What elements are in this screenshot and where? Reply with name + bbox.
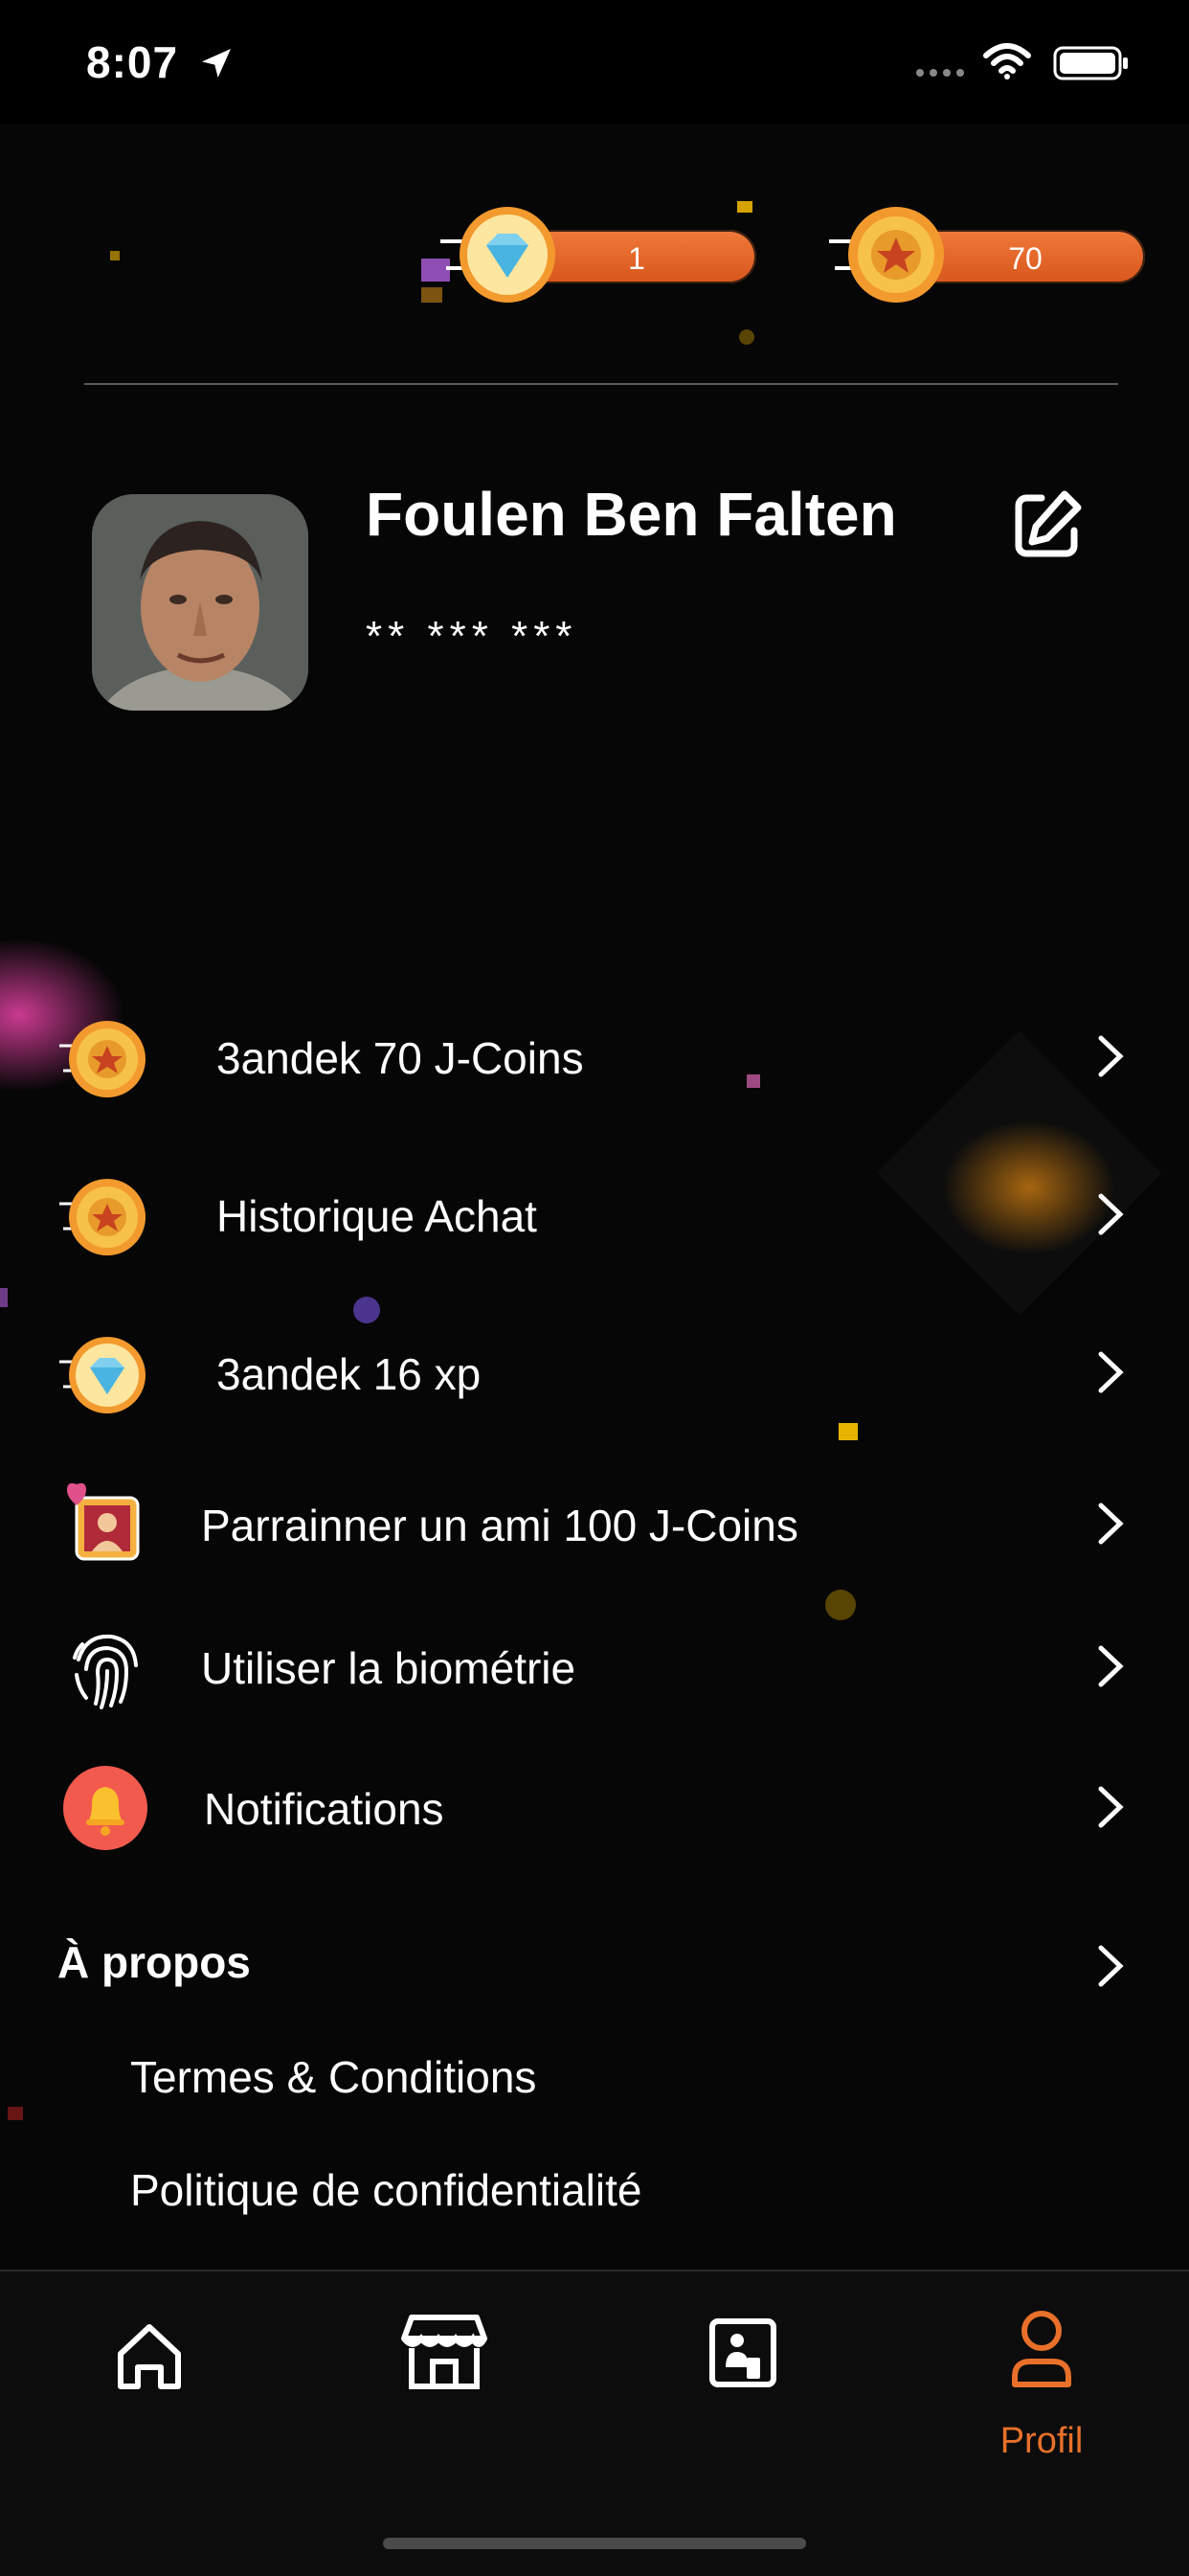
header-divider bbox=[84, 383, 1118, 385]
signal-icon bbox=[916, 69, 964, 77]
privacy-link[interactable]: Politique de confidentialité bbox=[130, 2164, 641, 2216]
diamond-counter[interactable]: 1 bbox=[440, 201, 785, 308]
menu-label: Parrainner un ami 100 J-Coins bbox=[201, 1501, 798, 1550]
home-icon bbox=[118, 2324, 181, 2389]
bell-icon bbox=[63, 1766, 147, 1850]
menu-item-referral[interactable]: Parrainner un ami 100 J-Coins bbox=[0, 1461, 1189, 1586]
terms-link[interactable]: Termes & Conditions bbox=[130, 2051, 536, 2103]
tab-profile[interactable]: Profil bbox=[965, 2306, 1118, 2461]
menu-item-purchase-history[interactable]: Historique Achat bbox=[0, 1152, 1189, 1277]
chevron-right-icon bbox=[1098, 1786, 1124, 1828]
home-indicator bbox=[383, 2538, 806, 2549]
menu-label: Utiliser la biométrie bbox=[201, 1643, 576, 1693]
profile-phone: ** *** *** bbox=[366, 613, 578, 660]
fingerprint-icon bbox=[73, 1634, 138, 1709]
wifi-icon bbox=[983, 43, 1031, 79]
tab-bar: Profil bbox=[0, 2270, 1189, 2576]
user-icon bbox=[1012, 2311, 1071, 2387]
menu-label: Notifications bbox=[204, 1784, 444, 1834]
tab-home[interactable] bbox=[73, 2306, 226, 2450]
avatar[interactable] bbox=[92, 494, 308, 711]
status-time: 8:07 bbox=[86, 37, 179, 87]
chevron-right-icon[interactable] bbox=[1091, 1942, 1130, 1990]
diamond-icon bbox=[59, 1337, 146, 1413]
profile-name: Foulen Ben Falten bbox=[366, 480, 897, 549]
menu-label: 3andek 70 J-Coins bbox=[216, 1033, 584, 1083]
store-icon bbox=[401, 2315, 487, 2389]
menu-item-notifications[interactable]: Notifications bbox=[0, 1745, 1189, 1869]
edit-profile-icon[interactable] bbox=[1009, 486, 1086, 563]
coin-icon bbox=[59, 1021, 146, 1097]
location-arrow-icon bbox=[202, 49, 231, 78]
tab-store[interactable] bbox=[368, 2306, 521, 2450]
menu-item-xp[interactable]: 3andek 16 xp bbox=[0, 1310, 1189, 1435]
avatar-face-image bbox=[92, 494, 308, 711]
tab-card[interactable] bbox=[666, 2306, 819, 2450]
coin-icon bbox=[829, 207, 944, 303]
tab-profile-label: Profil bbox=[999, 2421, 1084, 2461]
id-card-icon bbox=[709, 2318, 776, 2387]
chevron-right-icon bbox=[1098, 1503, 1124, 1545]
menu-item-biometrics[interactable]: Utiliser la biométrie bbox=[0, 1604, 1189, 1729]
diamond-icon bbox=[440, 207, 555, 303]
chevron-right-icon bbox=[1098, 1035, 1124, 1077]
chevron-right-icon bbox=[1098, 1193, 1124, 1235]
referral-icon bbox=[67, 1482, 140, 1561]
chevron-right-icon bbox=[1098, 1645, 1124, 1687]
status-bar: 8:07 bbox=[0, 0, 1189, 124]
menu-label: Historique Achat bbox=[216, 1191, 537, 1241]
chevron-right-icon bbox=[1098, 1351, 1124, 1393]
about-section-title[interactable]: À propos bbox=[57, 1936, 251, 1988]
menu-item-jcoins[interactable]: 3andek 70 J-Coins bbox=[0, 994, 1189, 1119]
coin-counter[interactable]: 70 bbox=[829, 201, 1174, 308]
coin-icon bbox=[59, 1179, 146, 1255]
battery-icon bbox=[1053, 46, 1128, 80]
menu-label: 3andek 16 xp bbox=[216, 1349, 482, 1399]
